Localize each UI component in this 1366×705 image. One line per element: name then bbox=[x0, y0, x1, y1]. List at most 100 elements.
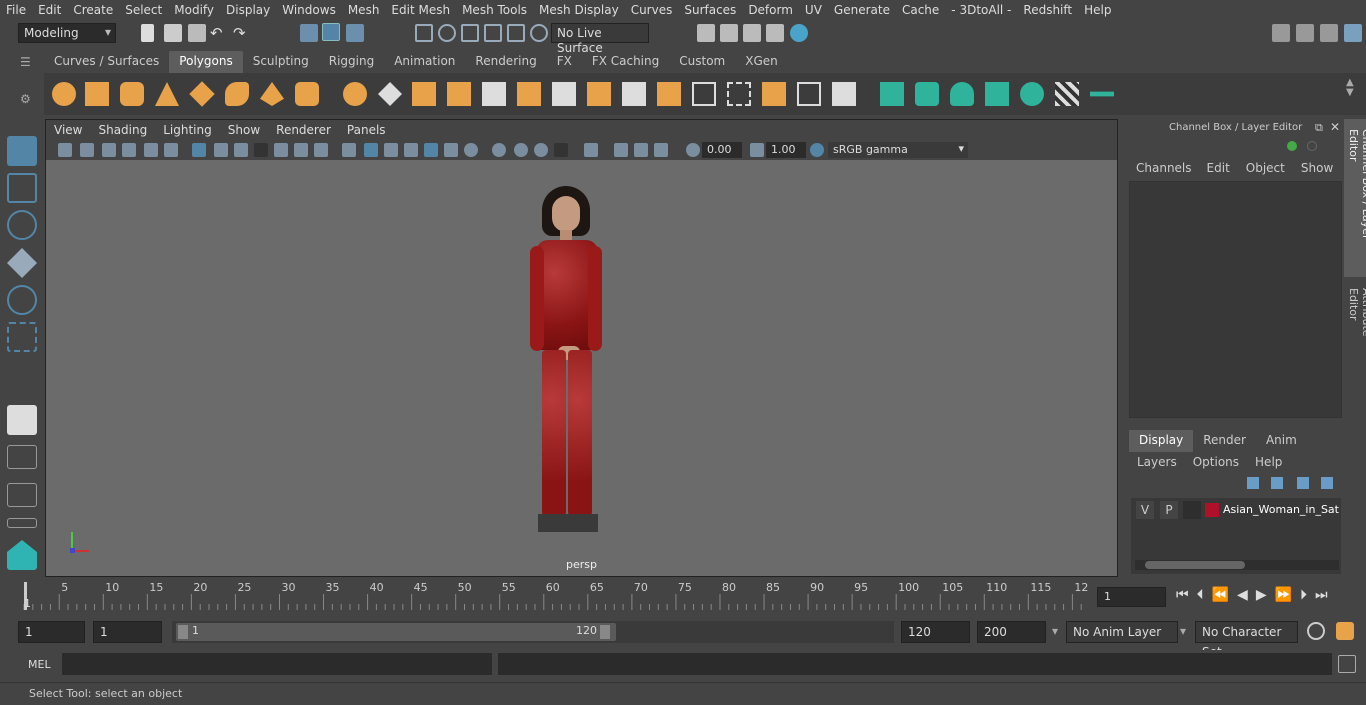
shelf-gear-icon[interactable]: ⚙ bbox=[20, 92, 31, 106]
xray-components-icon[interactable] bbox=[654, 143, 668, 157]
layer-scroll-thumb[interactable] bbox=[1145, 561, 1245, 569]
menu-create[interactable]: Create bbox=[67, 3, 119, 17]
resolution-gate-icon[interactable] bbox=[234, 143, 248, 157]
tab-rigging[interactable]: Rigging bbox=[319, 51, 384, 73]
image-plane-icon[interactable] bbox=[122, 143, 136, 157]
tool-settings-icon[interactable] bbox=[1320, 24, 1338, 42]
side-tab-channel-box[interactable]: Channel Box / Layer Editor bbox=[1344, 119, 1366, 277]
time-slider[interactable]: 5 10 15 20 25 30 35 40 45 50 55 60 65 70 75 80 85 90 95 100… bbox=[0, 580, 1366, 614]
menu-curves[interactable]: Curves bbox=[625, 3, 679, 17]
vp-menu-panels[interactable]: Panels bbox=[339, 123, 394, 137]
modeling-toolkit-icon[interactable] bbox=[1272, 24, 1290, 42]
uv-checker-icon[interactable] bbox=[1055, 82, 1079, 106]
combine-icon[interactable] bbox=[378, 82, 402, 106]
layer-menu-options[interactable]: Options bbox=[1185, 455, 1247, 469]
four-view-layout-icon[interactable] bbox=[7, 483, 37, 507]
smooth-icon[interactable] bbox=[447, 82, 471, 106]
camera-select-icon[interactable] bbox=[58, 143, 72, 157]
menu-3dtoall[interactable]: - 3DtoAll - bbox=[945, 3, 1017, 17]
wireframe-icon[interactable] bbox=[342, 143, 356, 157]
menu-mesh-tools[interactable]: Mesh Tools bbox=[456, 3, 533, 17]
select-object-icon[interactable] bbox=[322, 23, 340, 41]
tab-xgen[interactable]: XGen bbox=[735, 51, 788, 73]
exposure-icon[interactable] bbox=[686, 143, 700, 157]
tab-fx[interactable]: FX bbox=[547, 51, 582, 73]
go-to-start-icon[interactable]: ⏮ bbox=[1176, 587, 1189, 603]
target-weld-icon[interactable] bbox=[657, 82, 681, 106]
poly-torus-icon[interactable] bbox=[225, 82, 249, 106]
depth-of-field-icon[interactable] bbox=[554, 143, 568, 157]
vp-menu-view[interactable]: View bbox=[46, 123, 90, 137]
ipr-render-icon[interactable] bbox=[743, 24, 761, 42]
vp-menu-lighting[interactable]: Lighting bbox=[155, 123, 220, 137]
textured-icon[interactable] bbox=[424, 143, 438, 157]
animation-start-field[interactable]: 1 bbox=[18, 621, 85, 643]
default-material-icon[interactable] bbox=[384, 143, 398, 157]
snap-curve-icon[interactable] bbox=[438, 24, 456, 42]
isolate-select-icon[interactable] bbox=[584, 143, 598, 157]
bridge-icon[interactable] bbox=[517, 82, 541, 106]
menu-cache[interactable]: Cache bbox=[896, 3, 945, 17]
screen-space-ao-icon[interactable] bbox=[492, 143, 506, 157]
tab-anim[interactable]: Anim bbox=[1256, 430, 1307, 452]
bevel-icon[interactable] bbox=[587, 82, 611, 106]
go-to-end-icon[interactable]: ⏭ bbox=[1315, 587, 1328, 603]
script-editor-icon[interactable] bbox=[1338, 655, 1356, 673]
poly-cube-icon[interactable] bbox=[85, 82, 109, 106]
menu-redshift[interactable]: Redshift bbox=[1017, 3, 1078, 17]
mel-label[interactable]: MEL bbox=[28, 658, 51, 671]
shelf-menu-icon[interactable]: ☰ bbox=[20, 55, 34, 69]
tab-rendering[interactable]: Rendering bbox=[465, 51, 546, 73]
film-gate-icon[interactable] bbox=[214, 143, 228, 157]
channel-box-icon[interactable] bbox=[1344, 24, 1362, 42]
speed-icon[interactable] bbox=[1307, 141, 1317, 151]
menu-help[interactable]: Help bbox=[1078, 3, 1117, 17]
menu-select[interactable]: Select bbox=[119, 3, 168, 17]
layer-scrollbar[interactable] bbox=[1135, 560, 1339, 570]
layer-playback-toggle[interactable]: P bbox=[1160, 501, 1178, 519]
render-settings-icon[interactable] bbox=[766, 24, 784, 42]
timeline-ruler[interactable]: 5 10 15 20 25 30 35 40 45 50 55 60 65 70 75 80 85 90 95 100… bbox=[18, 580, 1090, 610]
play-backward-icon[interactable]: ◀ bbox=[1237, 587, 1248, 603]
menu-uv[interactable]: UV bbox=[799, 3, 828, 17]
vp-menu-renderer[interactable]: Renderer bbox=[268, 123, 339, 137]
insert-edge-loop-icon[interactable] bbox=[622, 82, 646, 106]
cb-menu-show[interactable]: Show bbox=[1293, 161, 1341, 179]
move-tool-icon[interactable] bbox=[7, 248, 37, 278]
grease-pencil-icon[interactable] bbox=[164, 143, 178, 157]
step-back-key-icon[interactable]: ⏪ bbox=[1212, 587, 1229, 603]
animation-preferences-icon[interactable] bbox=[1336, 622, 1354, 640]
menu-mesh[interactable]: Mesh bbox=[342, 3, 386, 17]
single-layout-icon[interactable] bbox=[7, 445, 37, 469]
attribute-editor-icon[interactable] bbox=[1296, 24, 1314, 42]
anim-layer-dropdown[interactable]: No Anim Layer bbox=[1066, 621, 1178, 643]
wireframe-on-shaded-icon[interactable] bbox=[404, 143, 418, 157]
outliner-layout-icon[interactable] bbox=[7, 518, 37, 528]
select-component-icon[interactable] bbox=[346, 24, 364, 42]
poly-sphere-icon[interactable] bbox=[52, 82, 76, 106]
snap-pivot-icon[interactable] bbox=[530, 24, 548, 42]
mode-selector[interactable]: Modeling ▾ bbox=[18, 23, 116, 43]
vp-menu-show[interactable]: Show bbox=[220, 123, 268, 137]
range-end-grip[interactable] bbox=[600, 625, 610, 639]
gate-mask-icon[interactable] bbox=[254, 143, 268, 157]
live-surface-field[interactable]: No Live Surface bbox=[551, 23, 649, 55]
freeze-transform-icon[interactable] bbox=[797, 82, 821, 106]
uv-spherical-icon[interactable] bbox=[950, 82, 974, 106]
uv-planar-icon[interactable] bbox=[880, 82, 904, 106]
tab-fx-caching[interactable]: FX Caching bbox=[582, 51, 669, 73]
snap-view-icon[interactable] bbox=[484, 24, 502, 42]
rotate-tool-icon[interactable] bbox=[7, 285, 37, 315]
render-view-icon[interactable] bbox=[697, 24, 715, 42]
safe-action-icon[interactable] bbox=[294, 143, 308, 157]
auto-key-icon[interactable] bbox=[1307, 622, 1325, 640]
character-model[interactable] bbox=[530, 186, 626, 538]
safe-title-icon[interactable] bbox=[314, 143, 328, 157]
menu-deform[interactable]: Deform bbox=[742, 3, 799, 17]
new-layer-icon[interactable] bbox=[1297, 477, 1309, 489]
poly-cone-icon[interactable] bbox=[155, 82, 179, 106]
side-tab-attribute-editor[interactable]: Attribute Editor bbox=[1344, 280, 1366, 380]
tab-render[interactable]: Render bbox=[1193, 430, 1256, 452]
mel-input[interactable] bbox=[62, 653, 492, 675]
uv-automatic-icon[interactable] bbox=[985, 82, 1009, 106]
